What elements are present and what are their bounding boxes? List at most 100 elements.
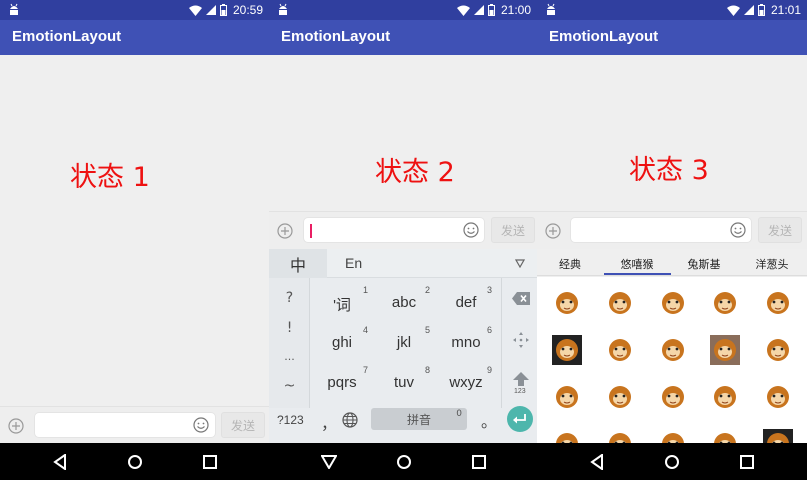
tab-youxihou[interactable]: 悠嘻猴: [604, 256, 670, 272]
key-number: 4: [362, 325, 368, 335]
monkey-emoticon-icon[interactable]: [657, 287, 689, 319]
key-9[interactable]: wxyz 9: [436, 362, 496, 402]
key-8[interactable]: tuv 8: [374, 362, 434, 402]
send-button[interactable]: 发送: [221, 412, 265, 438]
monkey-emoticon-icon[interactable]: [657, 381, 689, 413]
nav-bar: [269, 443, 537, 480]
key-label: ghi: [331, 334, 353, 351]
monkey-emoticon-icon[interactable]: [604, 334, 636, 366]
back-icon[interactable]: [50, 452, 70, 472]
backspace-icon[interactable]: [512, 292, 530, 305]
enter-key[interactable]: [507, 406, 533, 432]
monkey-emoticon-icon[interactable]: [551, 428, 583, 443]
status-bar: 21:01: [537, 0, 807, 20]
app-bar: EmotionLayout: [0, 20, 269, 55]
monkey-emoticon-icon[interactable]: [762, 287, 794, 319]
number-switch-key[interactable]: ?123: [277, 413, 304, 427]
shift-num-label: 123: [514, 388, 526, 395]
symbol-column: ? ! ... ~: [269, 278, 310, 408]
key-7[interactable]: pqrs 7: [312, 362, 372, 402]
home-icon[interactable]: [394, 452, 414, 472]
monkey-emoticon-icon[interactable]: [709, 428, 741, 443]
signal-icon: [473, 5, 484, 15]
emoji-toggle-icon[interactable]: [193, 417, 209, 433]
lang-en-key[interactable]: En: [345, 255, 362, 271]
active-tab-indicator: [604, 273, 671, 275]
wifi-icon: [188, 5, 202, 16]
comma-key[interactable]: ，: [321, 410, 337, 434]
add-icon[interactable]: [8, 418, 24, 434]
home-icon[interactable]: [125, 452, 145, 472]
hide-keyboard-icon[interactable]: [319, 452, 339, 472]
key-1[interactable]: '词 1: [312, 282, 372, 322]
status-bar: 20:59: [0, 0, 269, 20]
monkey-emoticon-icon[interactable]: [709, 287, 741, 319]
message-input[interactable]: [303, 217, 485, 243]
add-icon[interactable]: [545, 223, 561, 239]
key-2[interactable]: abc 2: [374, 282, 434, 322]
key-number: 7: [362, 365, 368, 375]
key-number: 2: [424, 285, 430, 295]
send-button[interactable]: 发送: [491, 217, 535, 243]
cursor-move-icon[interactable]: [513, 332, 529, 348]
back-icon[interactable]: [587, 452, 607, 472]
symbol-key-question[interactable]: ?: [269, 290, 310, 306]
key-4[interactable]: ghi 4: [312, 322, 372, 362]
monkey-emoticon-icon[interactable]: [657, 334, 689, 366]
collapse-keyboard-icon[interactable]: [515, 259, 525, 268]
text-cursor: [310, 224, 312, 238]
monkey-emoticon-icon[interactable]: [709, 381, 741, 413]
monkey-emoticon-icon[interactable]: [604, 381, 636, 413]
monkey-emoticon-icon[interactable]: [709, 334, 741, 366]
signal-icon: [205, 5, 216, 15]
home-icon[interactable]: [662, 452, 682, 472]
shift-icon[interactable]: [513, 372, 529, 386]
keyboard-bottom-row: ?123 ， 拼音 0 。: [269, 406, 537, 443]
lang-zh-key[interactable]: 中: [269, 249, 327, 278]
android-debug-icon: [547, 3, 555, 15]
monkey-emoticon-icon[interactable]: [762, 334, 794, 366]
key-3[interactable]: def 3: [436, 282, 496, 322]
monkey-emoticon-icon[interactable]: [762, 381, 794, 413]
monkey-emoticon-icon[interactable]: [604, 287, 636, 319]
symbol-key-ellipsis[interactable]: ...: [269, 350, 310, 363]
chat-input-bar: 发送: [537, 211, 807, 249]
globe-icon[interactable]: [342, 412, 358, 428]
message-input[interactable]: [570, 217, 752, 243]
key-label: pqrs: [327, 374, 357, 391]
monkey-emoticon-icon[interactable]: [551, 287, 583, 319]
monkey-emoticon-icon[interactable]: [762, 428, 794, 443]
tab-classic[interactable]: 经典: [537, 256, 603, 272]
nav-bar: [537, 443, 807, 480]
function-column: 123: [501, 278, 537, 408]
tab-tusiji[interactable]: 兔斯基: [671, 256, 737, 272]
android-debug-icon: [10, 3, 18, 15]
tab-onion-head[interactable]: 洋葱头: [739, 256, 805, 272]
key-label: mno: [451, 334, 481, 351]
emotion-grid: [537, 277, 807, 443]
add-icon[interactable]: [277, 223, 293, 239]
space-key[interactable]: 拼音 0: [371, 408, 467, 430]
recents-icon[interactable]: [200, 452, 220, 472]
emoji-toggle-icon[interactable]: [463, 222, 479, 238]
key-6[interactable]: mno 6: [436, 322, 496, 362]
status-icons: 20:59: [188, 0, 263, 20]
monkey-emoticon-icon[interactable]: [604, 428, 636, 443]
app-title: EmotionLayout: [281, 28, 391, 45]
monkey-emoticon-icon[interactable]: [657, 428, 689, 443]
symbol-key-tilde[interactable]: ~: [269, 378, 310, 394]
send-button[interactable]: 发送: [758, 217, 802, 243]
recents-icon[interactable]: [737, 452, 757, 472]
monkey-emoticon-icon[interactable]: [551, 334, 583, 366]
recents-icon[interactable]: [469, 452, 489, 472]
symbol-key-exclaim[interactable]: !: [269, 320, 310, 336]
message-input[interactable]: [34, 412, 216, 438]
screenshot-composite: 20:59 EmotionLayout 状态 1 发送 21:00 Emotio…: [0, 0, 807, 480]
emoji-toggle-icon[interactable]: [730, 222, 746, 238]
chat-input-bar: 发送: [269, 211, 537, 249]
battery-icon: [219, 4, 227, 16]
state-label: 状态 2: [375, 157, 455, 188]
monkey-emoticon-icon[interactable]: [551, 381, 583, 413]
key-5[interactable]: jkl 5: [374, 322, 434, 362]
period-key[interactable]: 。: [481, 408, 497, 432]
